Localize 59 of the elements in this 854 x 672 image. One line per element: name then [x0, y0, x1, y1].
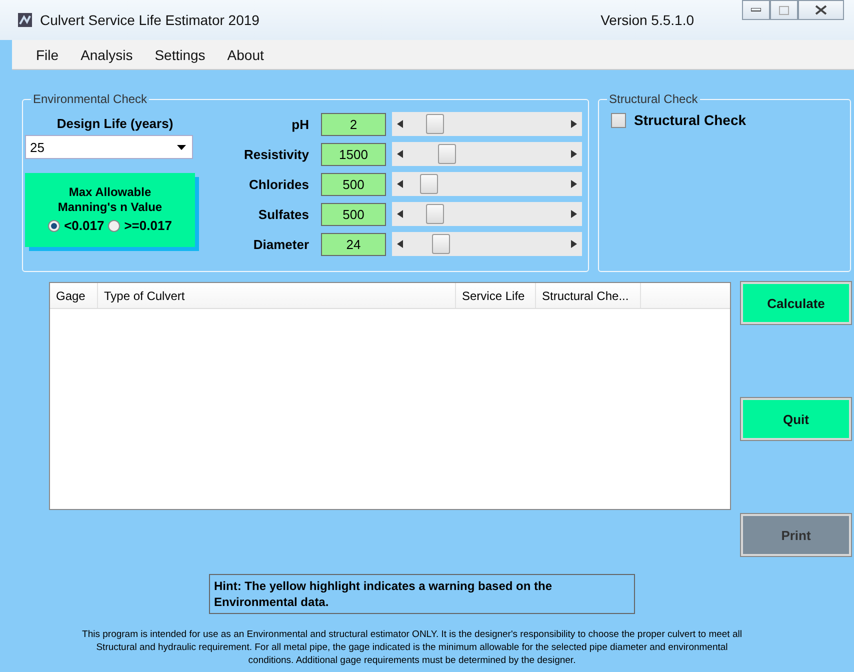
maximize-icon: [779, 6, 789, 14]
scrollbar-thumb[interactable]: [426, 114, 444, 134]
scrollbar-thumb[interactable]: [426, 204, 444, 224]
value-field[interactable]: 500: [321, 172, 386, 196]
scrollbar-track[interactable]: [392, 112, 582, 136]
parameter-label: pH: [290, 116, 309, 132]
left-arrow-icon[interactable]: [397, 120, 403, 128]
caret-icon: [177, 144, 186, 150]
hint-text: Hint: The yellow highlight indicates a warning based on the Environmental data.: [209, 574, 635, 614]
left-arrow-icon[interactable]: [397, 210, 403, 218]
menu-item[interactable]: About: [227, 46, 264, 62]
right-arrow-icon[interactable]: [571, 120, 577, 128]
scrollbar-track[interactable]: [392, 172, 582, 196]
group-title: Structural Check: [608, 92, 699, 106]
parameter-label: Diameter: [252, 236, 309, 252]
right-arrow-icon[interactable]: [571, 180, 577, 188]
minimize-icon: [751, 8, 761, 12]
value-field[interactable]: 2: [321, 112, 386, 136]
panel-title: Max Allowable Manning's n Value: [56, 185, 164, 215]
left-arrow-icon[interactable]: [397, 180, 403, 188]
parameter-label: Resistivity: [242, 146, 309, 162]
menu-item[interactable]: Analysis: [80, 46, 133, 62]
column-header[interactable]: Gage: [50, 283, 98, 308]
action-button[interactable]: Calculate: [741, 282, 851, 324]
scrollbar-thumb[interactable]: [420, 174, 438, 194]
scrollbar-thumb[interactable]: [432, 234, 450, 254]
value-field[interactable]: 24: [321, 232, 386, 256]
scrollbar-track[interactable]: [392, 232, 582, 256]
column-header[interactable]: Service Life: [456, 283, 536, 308]
close-button[interactable]: [798, 0, 844, 20]
parameter-label: Sulfates: [257, 206, 309, 222]
left-arrow-icon[interactable]: [397, 240, 403, 248]
menu-item[interactable]: Settings: [154, 46, 206, 62]
app-icon: [18, 13, 32, 27]
scrollbar-track[interactable]: [392, 202, 582, 226]
column-header[interactable]: Structural Che...: [536, 283, 641, 308]
right-arrow-icon[interactable]: [571, 210, 577, 218]
disclaimer-text: This program is intended for use as an Environmental and structural estimator ONLY. It is the designer's responsibility to choose the proper culvert to meet all Structural and hydraulic requirement. For all metal pipe, the gage indicated is the minimum allowable for the selected pipe diameter and environmental conditions. Additional gage requirements must be determined by the designer.: [82, 628, 742, 667]
parameter-label: Chlorides: [248, 176, 309, 192]
window-title: Culvert Service Life Estimator 2019: [40, 12, 260, 28]
radio-option[interactable]: >=0.017: [108, 218, 172, 233]
design-life-dropdown[interactable]: 25: [25, 135, 193, 159]
value-field[interactable]: 1500: [321, 142, 386, 166]
value-field[interactable]: 500: [321, 202, 386, 226]
menu-item[interactable]: File: [36, 46, 59, 62]
right-arrow-icon[interactable]: [571, 240, 577, 248]
group-title: Environmental Check: [32, 92, 148, 106]
action-button[interactable]: Quit: [741, 398, 851, 440]
version-label: Version 5.5.1.0: [600, 12, 694, 28]
minimize-button[interactable]: [742, 0, 770, 20]
left-arrow-icon[interactable]: [397, 150, 403, 158]
field-label: Design Life (years): [56, 116, 174, 131]
scrollbar-track[interactable]: [392, 142, 582, 166]
right-arrow-icon[interactable]: [571, 150, 577, 158]
scrollbar-thumb[interactable]: [438, 144, 456, 164]
radio-option[interactable]: <0.017: [48, 218, 104, 233]
structural-checkbox[interactable]: Structural Check: [611, 112, 844, 128]
close-icon: [815, 5, 827, 15]
column-header[interactable]: Type of Culvert: [98, 283, 456, 308]
